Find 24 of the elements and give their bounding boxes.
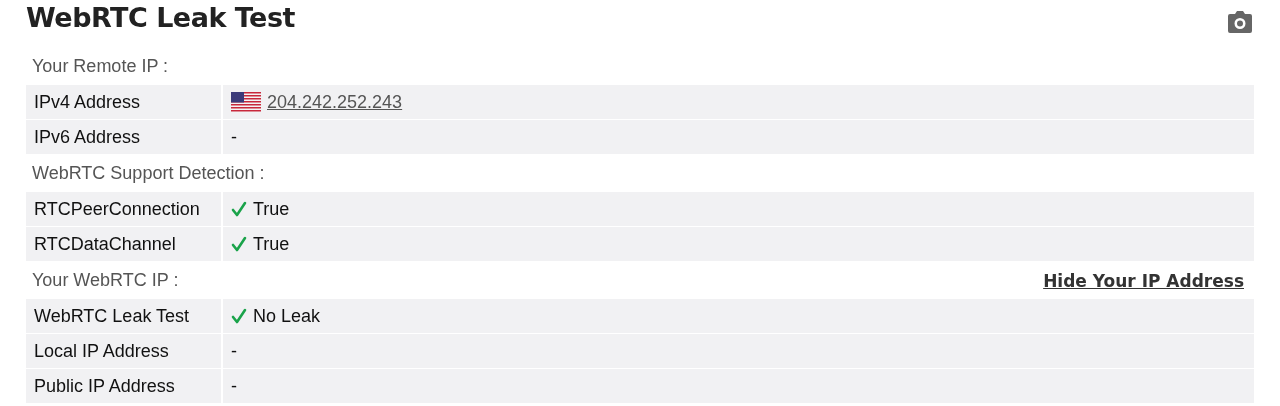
label-cell: RTCPeerConnection bbox=[26, 192, 221, 226]
ip-link[interactable]: 204.242.252.243 bbox=[267, 91, 403, 113]
label-cell: IPv6 Address bbox=[26, 120, 221, 154]
page-title: WebRTC Leak Test bbox=[26, 1, 295, 35]
value-text: - bbox=[231, 340, 237, 362]
status-value: True bbox=[253, 198, 290, 220]
section-heading: WebRTC Support Detection : bbox=[32, 163, 265, 184]
hide-ip-link[interactable]: Hide Your IP Address bbox=[1043, 270, 1244, 291]
check-icon bbox=[231, 201, 247, 217]
check-icon bbox=[231, 236, 247, 252]
value-text: - bbox=[231, 126, 237, 148]
status-value: No Leak bbox=[253, 305, 321, 327]
flag-icon bbox=[231, 92, 261, 112]
label-cell: Local IP Address bbox=[26, 334, 221, 368]
label-cell: RTCDataChannel bbox=[26, 227, 221, 261]
section-heading: Your Remote IP : bbox=[32, 56, 169, 77]
section-heading: Your WebRTC IP : bbox=[32, 270, 179, 291]
label-cell: Public IP Address bbox=[26, 369, 221, 403]
label-cell: WebRTC Leak Test bbox=[26, 299, 221, 333]
check-icon bbox=[231, 308, 247, 324]
status-value: True bbox=[253, 233, 290, 255]
label-cell: IPv4 Address bbox=[26, 85, 221, 119]
camera-icon[interactable] bbox=[1226, 10, 1254, 34]
value-text: - bbox=[231, 375, 237, 397]
